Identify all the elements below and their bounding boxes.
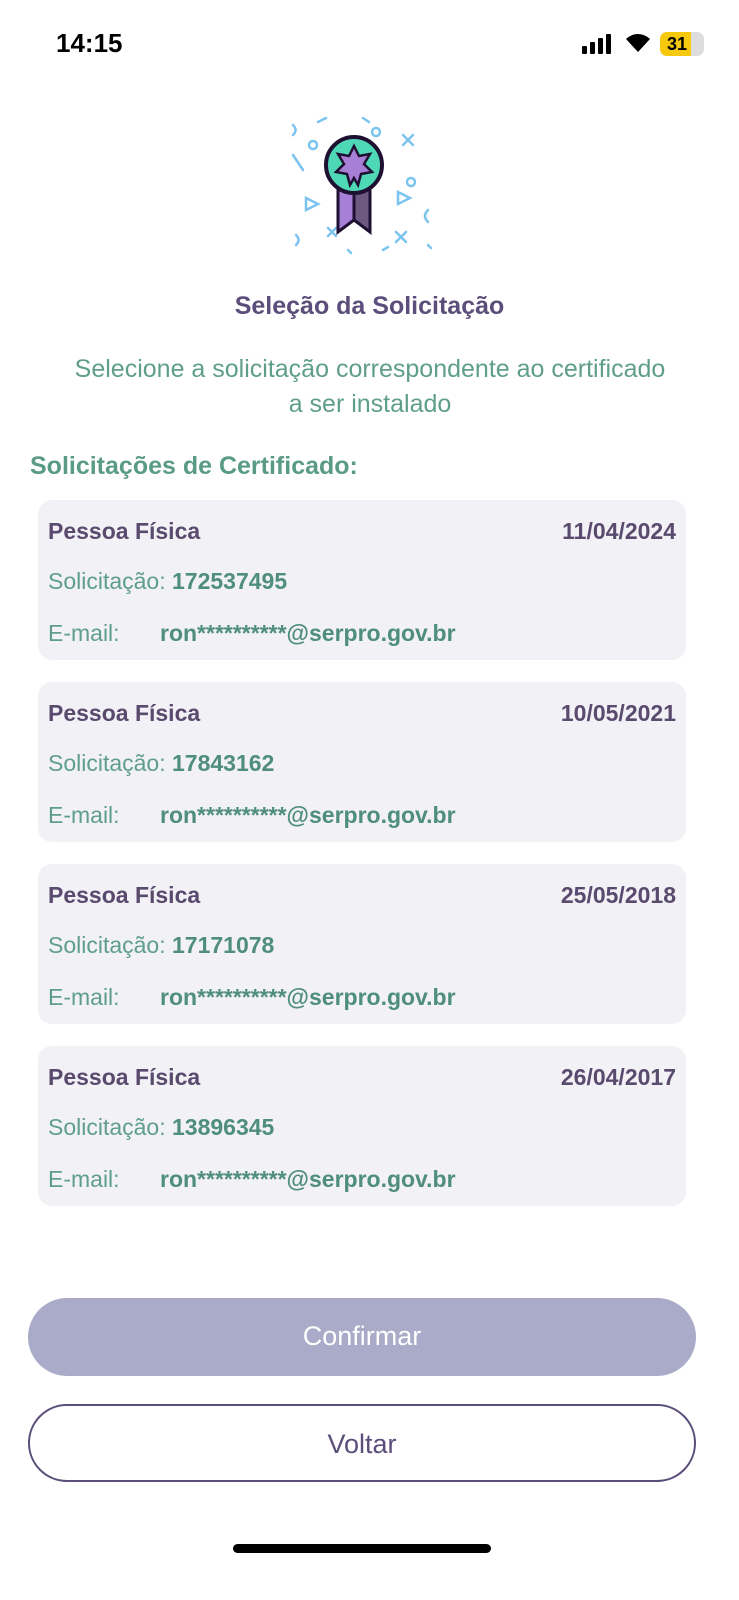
request-label: Solicitação: — [48, 750, 166, 776]
request-type: Pessoa Física — [48, 1064, 201, 1090]
request-email: ron**********@serpro.gov.br — [160, 620, 456, 646]
battery-level: 31 — [666, 34, 688, 54]
home-indicator[interactable] — [233, 1544, 491, 1553]
request-email: ron**********@serpro.gov.br — [160, 984, 456, 1010]
request-type: Pessoa Física — [48, 882, 201, 908]
request-email: ron**********@serpro.gov.br — [160, 802, 456, 828]
request-date: 26/04/2017 — [560, 1064, 676, 1090]
confirm-button[interactable]: Confirmar — [28, 1298, 696, 1376]
request-card[interactable]: Pessoa Física 26/04/2017 Solicitação: 13… — [38, 1046, 686, 1206]
request-number: 13896345 — [172, 1114, 275, 1140]
request-number: 17843162 — [172, 750, 275, 776]
request-card[interactable]: Pessoa Física 10/05/2021 Solicitação: 17… — [38, 682, 686, 842]
request-card[interactable]: Pessoa Física 25/05/2018 Solicitação: 17… — [38, 864, 686, 1024]
section-title: Solicitações de Certificado: — [30, 452, 358, 480]
request-label: Solicitação: — [48, 932, 166, 958]
signal-icon — [582, 34, 611, 54]
request-label: Solicitação: — [48, 568, 166, 594]
request-card[interactable]: Pessoa Física 11/04/2024 Solicitação: 17… — [38, 500, 686, 660]
status-bar: 14:15 31 — [0, 0, 739, 90]
request-number: 172537495 — [172, 568, 288, 594]
request-number: 17171078 — [172, 932, 275, 958]
page-title: Seleção da Solicitação — [234, 292, 505, 320]
request-date: 10/05/2021 — [560, 700, 676, 726]
email-label: E-mail: — [48, 984, 120, 1010]
request-type: Pessoa Física — [48, 700, 201, 726]
battery-icon: 31 — [660, 32, 704, 56]
email-label: E-mail: — [48, 1166, 120, 1192]
email-label: E-mail: — [48, 802, 120, 828]
request-date: 25/05/2018 — [560, 882, 676, 908]
back-button[interactable]: Voltar — [28, 1404, 696, 1482]
request-type: Pessoa Física — [48, 518, 201, 544]
clock: 14:15 — [56, 28, 123, 58]
email-label: E-mail: — [48, 620, 120, 646]
request-date: 11/04/2024 — [562, 518, 676, 544]
certificate-badge-icon — [291, 116, 433, 255]
request-label: Solicitação: — [48, 1114, 166, 1140]
request-email: ron**********@serpro.gov.br — [160, 1166, 456, 1192]
wifi-icon — [626, 34, 650, 52]
page-subtitle: Selecione a solicitação correspondente a… — [74, 355, 666, 418]
